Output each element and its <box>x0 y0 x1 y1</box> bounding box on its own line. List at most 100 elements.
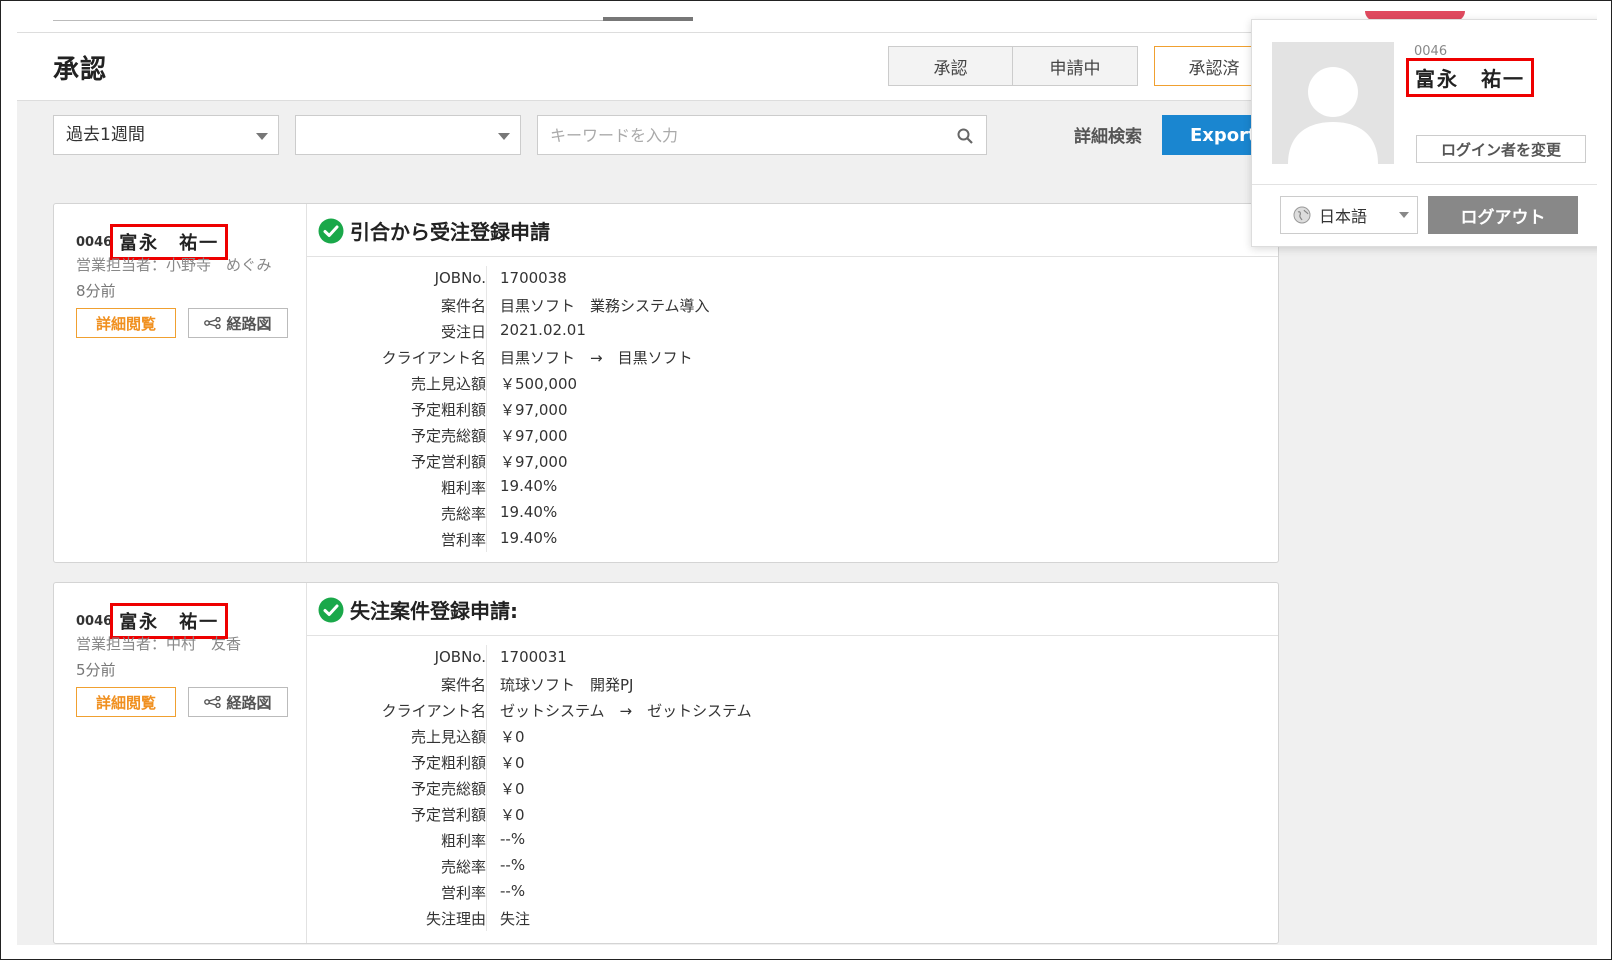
detail-value: 1700038 <box>500 269 567 287</box>
user-name: 富永 祐一 <box>1406 58 1534 97</box>
chevron-down-icon <box>1399 212 1409 218</box>
route-icon <box>204 696 222 708</box>
change-login-button[interactable]: ログイン者を変更 <box>1416 135 1586 163</box>
route-map-label: 経路図 <box>226 693 272 712</box>
detail-value: ￥97,000 <box>500 427 568 445</box>
search-icon[interactable] <box>956 127 974 145</box>
card-details: JOBNo. 1700031 案件名 琉球ソフト 開発PJ クライアント名 ゼットシス… <box>306 645 1206 931</box>
card-applicant-panel: 0046 富永 祐一 営業担当者：小野寺 めぐみ 8分前 詳細閲覧 経路図 <box>54 204 306 562</box>
sales-rep: 営業担当者：小野寺 めぐみ <box>76 256 272 274</box>
language-select[interactable]: 日本語 <box>1280 196 1418 234</box>
logout-button[interactable]: ログアウト <box>1428 196 1578 234</box>
card-title-divider <box>306 635 1278 636</box>
detail-key: JOBNo. <box>434 269 486 287</box>
detail-value: ￥0 <box>500 780 525 798</box>
chevron-down-icon <box>498 133 510 140</box>
detail-value: ￥97,000 <box>500 453 568 471</box>
card-title-text: 失注案件登録申請: <box>350 599 518 623</box>
detail-value: 目黒ソフト 業務システム導入 <box>500 297 710 315</box>
card-title-divider <box>306 256 1278 257</box>
detail-value: ￥0 <box>500 806 525 824</box>
detail-value: 1700031 <box>500 648 567 666</box>
approval-card: 0046 富永 祐一 営業担当者：小野寺 めぐみ 8分前 詳細閲覧 経路図 引合… <box>53 203 1279 563</box>
detail-row: 予定売総額 ￥0 <box>306 775 1206 801</box>
detail-row: 予定営利額 ￥97,000 <box>306 448 1206 474</box>
approval-card: 0046 富永 祐一 営業担当者：中村 友香 5分前 詳細閲覧 経路図 失注案件… <box>53 582 1279 944</box>
detail-value: 2021.02.01 <box>500 321 586 339</box>
detail-row: 予定粗利額 ￥97,000 <box>306 396 1206 422</box>
detail-row: 受注日 2021.02.01 <box>306 318 1206 344</box>
user-code: 0046 <box>1414 44 1448 59</box>
detail-key: 予定粗利額 <box>410 754 486 772</box>
search-input[interactable] <box>538 116 938 154</box>
detail-row: JOBNo. 1700031 <box>306 645 1206 671</box>
detail-value: ￥500,000 <box>500 375 578 393</box>
detail-key: 売総率 <box>440 505 486 523</box>
export-button[interactable]: Export <box>1162 115 1252 155</box>
detail-value: --% <box>500 882 526 900</box>
advanced-search-link[interactable]: 詳細検索 <box>1074 122 1142 147</box>
detail-value: ゼットシステム → ゼットシステム <box>500 702 752 720</box>
user-placeholder-icon <box>1288 67 1378 164</box>
detail-row: 売総率 --% <box>306 853 1206 879</box>
detail-value: ￥0 <box>500 728 525 746</box>
period-select[interactable]: 過去1週間 <box>53 115 279 155</box>
detail-row: 売上見込額 ￥0 <box>306 723 1206 749</box>
tab-approve[interactable]: 承認 <box>888 46 1013 86</box>
detail-row: 予定売総額 ￥97,000 <box>306 422 1206 448</box>
globe-icon <box>1293 206 1311 224</box>
detail-value: 目黒ソフト → 目黒ソフト <box>500 349 693 367</box>
export-button-label: Export <box>1190 124 1252 146</box>
language-select-value: 日本語 <box>1319 207 1368 226</box>
detail-row: JOBNo. 1700038 <box>306 266 1206 292</box>
card-title: 失注案件登録申請: <box>318 595 518 624</box>
search-box <box>537 115 987 155</box>
avatar <box>1272 42 1394 164</box>
detail-key: 案件名 <box>440 297 486 315</box>
app-window: 承認 承認 申請中 承認済 過去1週間 詳細検索 Expo <box>17 1 1597 945</box>
detail-value: --% <box>500 856 526 874</box>
detail-key: クライアント名 <box>381 702 486 720</box>
detail-row: クライアント名 ゼットシステム → ゼットシステム <box>306 697 1206 723</box>
check-circle-icon <box>318 597 344 622</box>
detail-value: 19.40% <box>500 503 558 521</box>
detail-row: 案件名 目黒ソフト 業務システム導入 <box>306 292 1206 318</box>
detail-row: 営利率 19.40% <box>306 526 1206 552</box>
time-ago: 8分前 <box>76 282 116 300</box>
detail-row: 予定粗利額 ￥0 <box>306 749 1206 775</box>
tab-applying[interactable]: 申請中 <box>1013 46 1138 86</box>
detail-key: 予定営利額 <box>410 806 486 824</box>
detail-key: クライアント名 <box>381 349 486 367</box>
detail-value: ￥0 <box>500 754 525 772</box>
detail-value: --% <box>500 830 526 848</box>
detail-row: 売総率 19.40% <box>306 500 1206 526</box>
applicant-code: 0046 <box>76 234 113 250</box>
detail-key: 予定売総額 <box>410 427 486 445</box>
screenshot-frame: 承認 承認 申請中 承認済 過去1週間 詳細検索 Expo <box>0 0 1612 960</box>
detail-value: 琉球ソフト 開発PJ <box>500 676 634 694</box>
detail-key: 売総率 <box>440 858 486 876</box>
category-select[interactable] <box>295 115 521 155</box>
detail-key: 営利率 <box>440 531 486 549</box>
detail-key: 粗利率 <box>440 479 486 497</box>
card-applicant-panel: 0046 富永 祐一 営業担当者：中村 友香 5分前 詳細閲覧 経路図 <box>54 583 306 943</box>
popover-divider <box>1252 184 1597 185</box>
detail-key: 予定売総額 <box>410 780 486 798</box>
top-button-edge <box>603 17 693 21</box>
detail-key: 予定粗利額 <box>410 401 486 419</box>
detail-value: 19.40% <box>500 529 558 547</box>
applicant-code: 0046 <box>76 613 113 629</box>
chevron-down-icon <box>256 133 268 140</box>
card-title-text: 引合から受注登録申請 <box>350 220 550 244</box>
route-map-button[interactable]: 経路図 <box>188 308 288 338</box>
detail-key: 案件名 <box>440 676 486 694</box>
sales-rep: 営業担当者：中村 友香 <box>76 635 242 653</box>
detail-key: 売上見込額 <box>410 375 486 393</box>
route-map-button[interactable]: 経路図 <box>188 687 288 717</box>
detail-view-button[interactable]: 詳細閲覧 <box>76 308 176 338</box>
detail-key: JOBNo. <box>434 648 486 666</box>
detail-row: 粗利率 --% <box>306 827 1206 853</box>
detail-view-button[interactable]: 詳細閲覧 <box>76 687 176 717</box>
detail-key: 売上見込額 <box>410 728 486 746</box>
route-icon <box>204 317 222 329</box>
